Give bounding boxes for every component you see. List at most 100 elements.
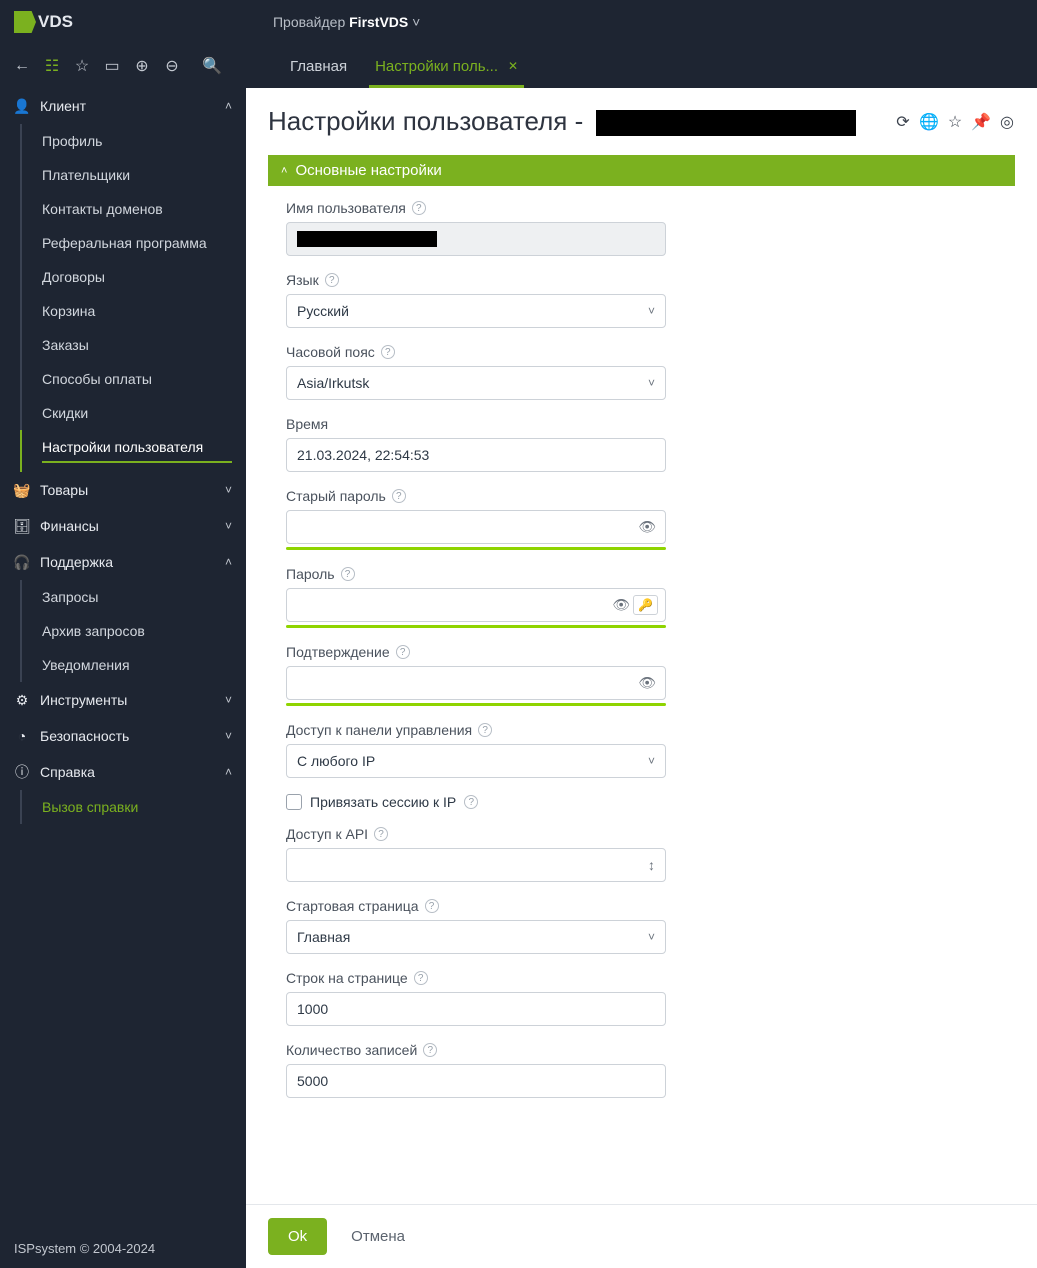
provider-selector[interactable]: Провайдер FirstVDS ˅: [273, 14, 420, 30]
sidebar-group-client[interactable]: 👤 Клиент ˄: [0, 88, 246, 124]
sort-icon[interactable]: ↕: [648, 857, 655, 873]
sidebar-item-user-settings[interactable]: Настройки пользователя: [20, 430, 246, 472]
sidebar-group-security[interactable]: ◔ Безопасность ˅: [0, 718, 246, 754]
sidebar-item-payment-methods[interactable]: Способы оплаты: [20, 362, 246, 396]
password-field[interactable]: [286, 588, 666, 622]
main-panel: Настройки пользователя - ⟳ 🌐 ☆ 📌 ◎ ˄ Осн…: [246, 88, 1037, 1268]
password-label: Пароль ?: [286, 566, 997, 582]
accent-underline: [286, 703, 666, 706]
records-label: Количество записей ?: [286, 1042, 997, 1058]
help-icon[interactable]: ?: [464, 795, 478, 809]
api-access-label: Доступ к API ?: [286, 826, 997, 842]
sidebar-item-contracts[interactable]: Договоры: [20, 260, 246, 294]
provider-label: Провайдер: [273, 14, 345, 30]
refresh-icon[interactable]: ⟳: [895, 114, 911, 130]
chevron-down-icon: ˅: [225, 483, 232, 497]
help-icon[interactable]: ?: [374, 827, 388, 841]
accent-underline: [286, 625, 666, 628]
chevron-down-icon: ˅: [648, 930, 655, 944]
sidebar-item-tickets[interactable]: Запросы: [20, 580, 246, 614]
confirm-label: Подтверждение ?: [286, 644, 997, 660]
language-select[interactable]: Русский ˅: [286, 294, 666, 328]
sidebar-group-products[interactable]: 🧺 Товары ˅: [0, 472, 246, 508]
sidebar-group-tools[interactable]: ⚙ Инструменты ˅: [0, 682, 246, 718]
sidebar-item-payers[interactable]: Плательщики: [20, 158, 246, 192]
minus-circle-icon[interactable]: ⊖: [164, 58, 180, 74]
redacted-username: [596, 110, 856, 136]
generate-key-icon[interactable]: 🔑: [633, 595, 658, 615]
help-icon[interactable]: ?: [325, 273, 339, 287]
info-icon: ⓘ: [14, 764, 30, 780]
username-label: Имя пользователя ?: [286, 200, 997, 216]
start-page-label: Стартовая страница ?: [286, 898, 997, 914]
username-field: [286, 222, 666, 256]
tab-settings[interactable]: Настройки поль... ✕: [361, 44, 532, 88]
logo: VDS: [14, 11, 73, 33]
sidebar-group-label: Клиент: [40, 98, 86, 114]
start-page-select[interactable]: Главная ˅: [286, 920, 666, 954]
panel-access-select[interactable]: С любого IP ˅: [286, 744, 666, 778]
language-label: Язык ?: [286, 272, 997, 288]
tree-icon[interactable]: ☷: [44, 58, 60, 74]
globe-icon[interactable]: 🌐: [921, 114, 937, 130]
briefcase-icon[interactable]: ▭: [104, 58, 120, 74]
provider-name: FirstVDS: [349, 14, 408, 30]
sidebar-group-help[interactable]: ⓘ Справка ˄: [0, 754, 246, 790]
chevron-down-icon: ˅: [225, 693, 232, 707]
chevron-up-icon: ˄: [225, 765, 232, 779]
chevron-up-icon: ˄: [225, 555, 232, 569]
sidebar-item-ticket-archive[interactable]: Архив запросов: [20, 614, 246, 648]
cog-icon[interactable]: ◎: [999, 114, 1015, 130]
gear-icon: ⚙: [14, 692, 30, 708]
sidebar-item-profile[interactable]: Профиль: [20, 124, 246, 158]
sidebar-item-domain-contacts[interactable]: Контакты доменов: [20, 192, 246, 226]
help-icon[interactable]: ?: [425, 899, 439, 913]
sidebar: 👤 Клиент ˄ Профиль Плательщики Контакты …: [0, 88, 246, 1268]
api-access-field[interactable]: ↕: [286, 848, 666, 882]
pin-icon[interactable]: 📌: [973, 114, 989, 130]
basket-icon: 🧺: [14, 482, 30, 498]
sidebar-item-help-call[interactable]: Вызов справки: [20, 790, 246, 824]
help-icon[interactable]: ?: [381, 345, 395, 359]
time-field[interactable]: 21.03.2024, 22:54:53: [286, 438, 666, 472]
old-password-field[interactable]: [286, 510, 666, 544]
bind-ip-checkbox[interactable]: [286, 794, 302, 810]
rows-field[interactable]: 1000: [286, 992, 666, 1026]
tab-main[interactable]: Главная: [276, 44, 361, 88]
chevron-up-icon: ˄: [225, 99, 232, 113]
sidebar-item-referral[interactable]: Реферальная программа: [20, 226, 246, 260]
time-label: Время: [286, 416, 997, 432]
back-icon[interactable]: ←: [14, 58, 30, 74]
headset-icon: 🎧: [14, 554, 30, 570]
records-field[interactable]: 5000: [286, 1064, 666, 1098]
logo-mark-icon: [14, 11, 36, 33]
logo-text: VDS: [38, 12, 73, 32]
star-icon[interactable]: ☆: [74, 58, 90, 74]
sidebar-group-finance[interactable]: 🗄 Финансы ˅: [0, 508, 246, 544]
timezone-select[interactable]: Asia/Irkutsk ˅: [286, 366, 666, 400]
close-icon[interactable]: ✕: [508, 59, 518, 73]
eye-icon[interactable]: 👁: [638, 675, 656, 692]
help-icon[interactable]: ?: [392, 489, 406, 503]
help-icon[interactable]: ?: [396, 645, 410, 659]
sidebar-item-notifications[interactable]: Уведомления: [20, 648, 246, 682]
help-icon[interactable]: ?: [478, 723, 492, 737]
sidebar-item-cart[interactable]: Корзина: [20, 294, 246, 328]
help-icon[interactable]: ?: [414, 971, 428, 985]
sidebar-item-orders[interactable]: Заказы: [20, 328, 246, 362]
confirm-password-field[interactable]: [286, 666, 666, 700]
plus-circle-icon[interactable]: ⊕: [134, 58, 150, 74]
sidebar-item-discounts[interactable]: Скидки: [20, 396, 246, 430]
help-icon[interactable]: ?: [341, 567, 355, 581]
coins-icon: 🗄: [14, 518, 30, 534]
section-main-settings[interactable]: ˄ Основные настройки: [268, 155, 1015, 186]
star-outline-icon[interactable]: ☆: [947, 114, 963, 130]
search-icon[interactable]: 🔍: [204, 58, 220, 74]
eye-icon[interactable]: 👁: [638, 519, 656, 536]
cancel-button[interactable]: Отмена: [351, 1228, 405, 1245]
ok-button[interactable]: Ok: [268, 1218, 327, 1255]
eye-icon[interactable]: 👁: [612, 597, 630, 614]
sidebar-group-support[interactable]: 🎧 Поддержка ˄: [0, 544, 246, 580]
help-icon[interactable]: ?: [423, 1043, 437, 1057]
help-icon[interactable]: ?: [412, 201, 426, 215]
